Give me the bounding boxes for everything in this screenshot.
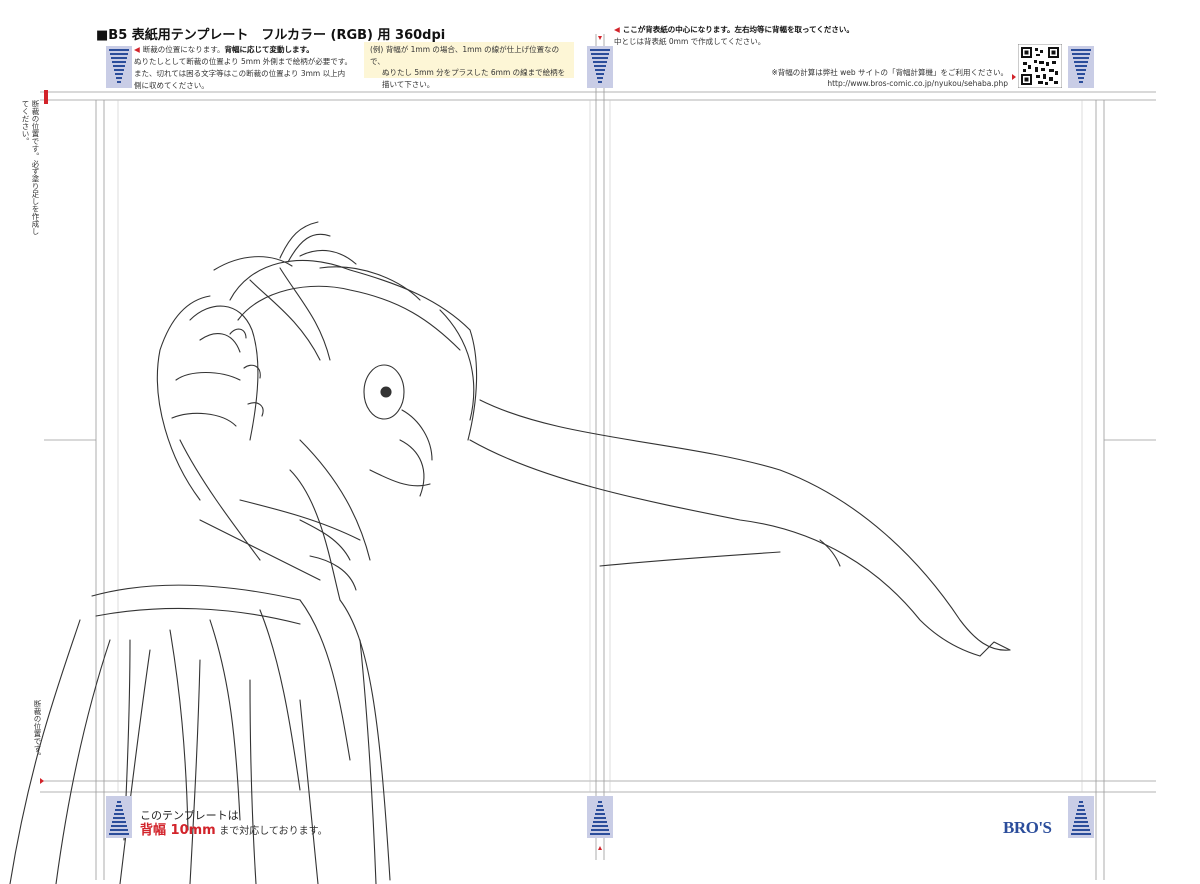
spine-note-line2: 中とじは背表紙 0mm で作成してください。: [614, 37, 766, 46]
left-arrow-icon: ◀: [134, 45, 140, 54]
registration-marker-icon: [106, 796, 132, 838]
template-guides: [9, 34, 1156, 884]
example-note: (例) 背幅が 1mm の場合、1mm の線が仕上げ位置なので、 ぬりたし 5m…: [364, 42, 574, 89]
registration-marker-icon: [106, 46, 132, 88]
calculator-note-line1: ※背幅の計算は弊社 web サイトの「背幅計算機」をご利用ください。: [771, 68, 1008, 77]
spine-width-label: 背幅 10mm: [140, 823, 216, 838]
trim-vertical-line1: 断裁の位置です。: [31, 100, 40, 160]
registration-marker-icon: [1068, 46, 1094, 88]
qr-code-icon: [1018, 44, 1062, 88]
trim-vertical-note-bottom: 断裁の位置です。: [33, 700, 42, 760]
trim-note-line2: ぬりたしとして断裁の位置より 5mm 外側まで絵柄が必要です。: [134, 57, 353, 66]
example-line2: ぬりたし 5mm 分をプラスした 6mm の線まで絵柄を: [382, 68, 566, 77]
trim-note-line1: 断裁の位置になります。: [142, 45, 225, 54]
registration-marker-icon: [587, 46, 613, 88]
left-arrow-icon: ◀: [614, 25, 620, 34]
trim-note: ◀ 断裁の位置になります。背幅に応じて変動します。 ぬりたしとして断裁の位置より …: [134, 44, 364, 92]
template-title: ■B5 表紙用テンプレート フルカラー (RGB) 用 360dpi: [96, 28, 446, 43]
trim-vertical-note: 断裁の位置です。必ず塗り足しを作成してください。: [20, 100, 40, 240]
spine-note-intro: このテンプレートは: [140, 809, 239, 822]
spine-note-tail: まで対応しております。: [219, 826, 328, 837]
registration-marker-icon: [587, 796, 613, 838]
spine-calculator-note: ※背幅の計算は弊社 web サイトの「背幅計算機」をご利用ください。 http:…: [700, 67, 1008, 89]
registration-marker-icon: [1068, 796, 1094, 838]
example-line1: (例) 背幅が 1mm の場合、1mm の線が仕上げ位置なので、: [370, 45, 560, 66]
bros-logo: BRO'S: [1003, 818, 1052, 837]
template-spine-note: このテンプレートは 背幅 10mm まで対応しております。: [140, 808, 328, 839]
spine-note-line1: ここが背表紙の中心になります。左右均等に背幅を取ってください。: [622, 25, 854, 34]
example-line3: 描いて下さい。: [382, 79, 435, 89]
spine-center-note: ◀ ここが背表紙の中心になります。左右均等に背幅を取ってください。 中とじは背表紙…: [614, 24, 854, 48]
trim-note-line4: 側に収めてください。: [134, 81, 209, 90]
calculator-url[interactable]: http://www.bros-comic.co.jp/nyukou/sehab…: [827, 79, 1008, 88]
trim-note-line3: また、切れては困る文字等はこの断裁の位置より 3mm 以上内: [134, 69, 346, 78]
trim-note-bold: 背幅に応じて変動します。: [224, 45, 314, 54]
